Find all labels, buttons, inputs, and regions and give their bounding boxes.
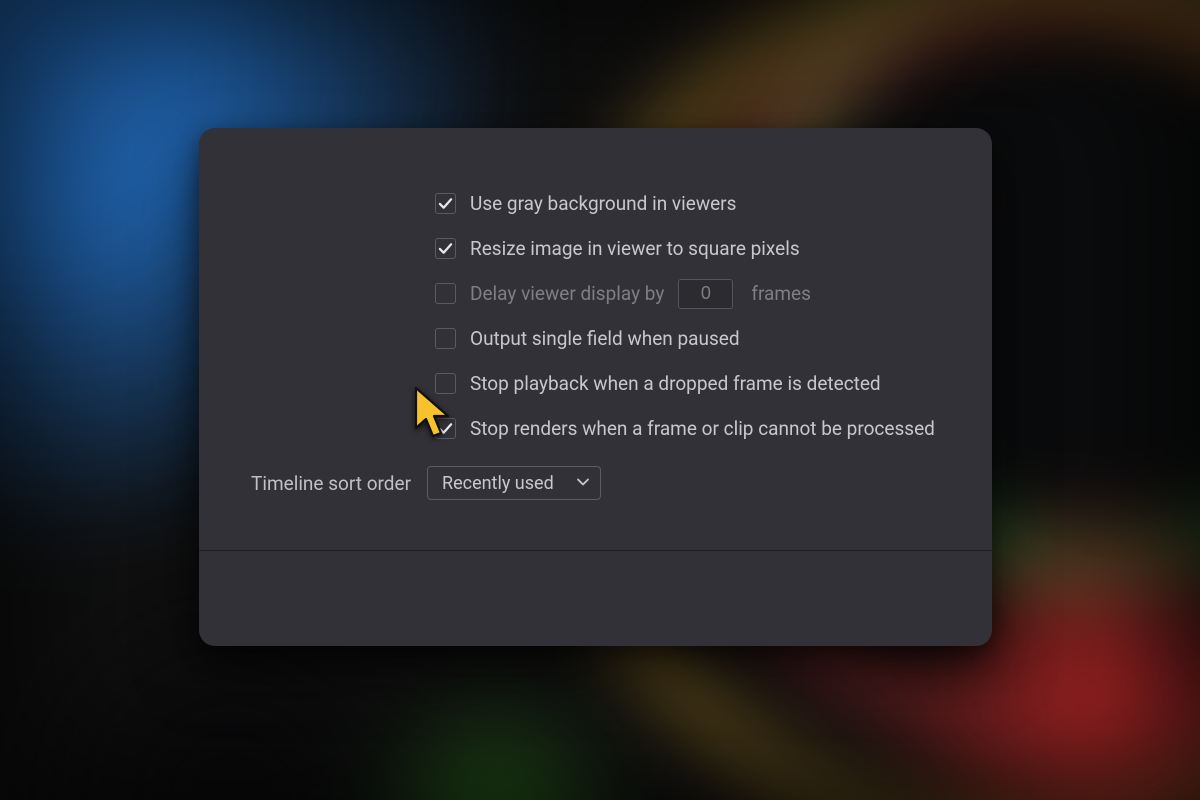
label-resize-square: Resize image in viewer to square pixels bbox=[470, 237, 800, 260]
check-icon bbox=[438, 241, 453, 256]
label-stop-render: Stop renders when a frame or clip cannot… bbox=[470, 417, 935, 440]
label-gray-bg: Use gray background in viewers bbox=[470, 192, 736, 215]
option-row-resize-square: Resize image in viewer to square pixels bbox=[435, 226, 966, 271]
check-icon bbox=[438, 151, 453, 166]
delay-frames-input[interactable] bbox=[678, 279, 733, 309]
chevron-down-icon bbox=[576, 473, 590, 494]
playback-options-group: hidden Use gray background in viewers Re… bbox=[435, 128, 966, 451]
option-row-gray-bg: Use gray background in viewers bbox=[435, 181, 966, 226]
checkbox-gray-bg[interactable] bbox=[435, 193, 456, 214]
timeline-sort-select[interactable]: Recently used bbox=[427, 466, 601, 500]
checkbox-delay[interactable] bbox=[435, 283, 456, 304]
option-row-single-field: Output single field when paused bbox=[435, 316, 966, 361]
option-row-delay: Delay viewer display by frames bbox=[435, 271, 966, 316]
label-delay: Delay viewer display by bbox=[470, 282, 664, 305]
label-single-field: Output single field when paused bbox=[470, 327, 740, 350]
checkbox-stop-dropped[interactable] bbox=[435, 373, 456, 394]
option-row-stop-dropped: Stop playback when a dropped frame is de… bbox=[435, 361, 966, 406]
check-icon bbox=[438, 196, 453, 211]
checkbox-single-field[interactable] bbox=[435, 328, 456, 349]
preferences-panel: hidden Use gray background in viewers Re… bbox=[199, 128, 992, 646]
check-icon bbox=[438, 421, 453, 436]
section-divider bbox=[199, 550, 992, 551]
timeline-sort-row: Timeline sort order Recently used bbox=[225, 466, 966, 500]
timeline-sort-value: Recently used bbox=[442, 473, 554, 494]
timeline-sort-label: Timeline sort order bbox=[251, 472, 411, 495]
label-frames-suffix: frames bbox=[751, 282, 811, 305]
option-row-hidden: hidden bbox=[435, 136, 966, 181]
label-stop-dropped: Stop playback when a dropped frame is de… bbox=[470, 372, 881, 395]
option-row-stop-render: Stop renders when a frame or clip cannot… bbox=[435, 406, 966, 451]
checkbox-resize-square[interactable] bbox=[435, 238, 456, 259]
checkbox-stop-render[interactable] bbox=[435, 418, 456, 439]
